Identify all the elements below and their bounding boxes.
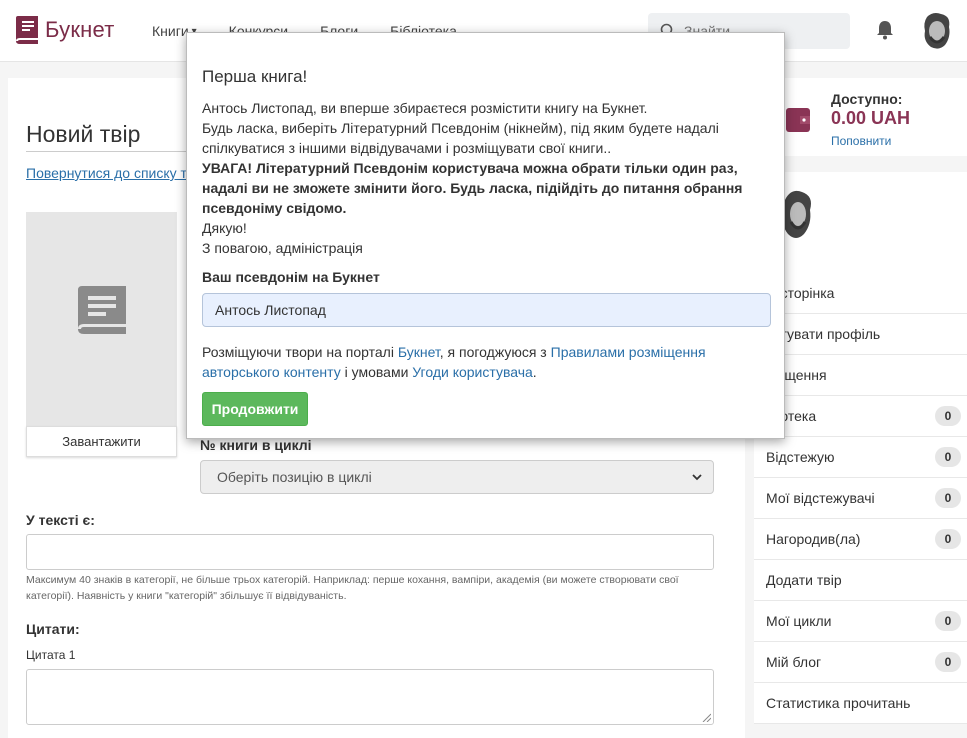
tags-input[interactable] (26, 534, 714, 570)
menu-reading-stats-label: Статистика прочитань (766, 695, 911, 711)
agree-mid: , я погоджуюся з (439, 344, 551, 360)
first-book-modal: Перша книга! Антось Листопад, ви вперше … (186, 32, 785, 439)
menu-add-work[interactable]: Додати твір (754, 560, 967, 601)
modal-line-instructions: Будь ласка, виберіть Літературний Псевдо… (202, 120, 719, 156)
balance-amount: 0.00 UAH (831, 108, 911, 128)
menu-awarded-label: Нагородив(ла) (766, 531, 861, 547)
balance-card: Доступно: 0.00 UAH Поповнити (754, 78, 967, 156)
topup-link[interactable]: Поповнити (831, 134, 891, 148)
cycle-select-value: Оберіть позицію в циклі (217, 469, 372, 485)
cycle-number-label: № книги в циклі (200, 437, 312, 453)
modal-thanks: Дякую! (202, 220, 247, 236)
agree-and: і умовами (340, 364, 413, 380)
alias-label: Ваш псевдонім на Букнет (202, 269, 380, 285)
upload-cover-button[interactable]: Завантажити (26, 426, 177, 457)
tags-label: У тексті є: (26, 512, 95, 528)
bell-icon[interactable] (876, 20, 894, 40)
count-badge: 0 (935, 652, 961, 672)
count-badge: 0 (935, 447, 961, 467)
menu-my-cycles-label: Мої цикли (766, 613, 832, 629)
modal-body: Антось Листопад, ви вперше збираєтеся ро… (202, 98, 772, 258)
terms-link[interactable]: Угоди користувача (412, 364, 533, 380)
menu-followers[interactable]: Мої відстежувачі 0 (754, 478, 967, 519)
profile-avatar[interactable] (780, 188, 816, 242)
modal-line-intro: Антось Листопад, ви вперше збираєтеся ро… (202, 100, 648, 116)
count-badge: 0 (935, 611, 961, 631)
menu-reading-stats[interactable]: Статистика прочитань (754, 683, 967, 724)
menu-my-cycles[interactable]: Мої цикли 0 (754, 601, 967, 642)
menu-following-label: Відстежую (766, 449, 835, 465)
count-badge: 0 (935, 529, 961, 549)
chevron-down-icon (692, 474, 702, 481)
logo-text: Букнет (45, 17, 115, 42)
menu-followers-label: Мої відстежувачі (766, 490, 875, 506)
modal-title: Перша книга! (202, 67, 308, 86)
book-logo-icon (16, 16, 38, 44)
balance-label: Доступно: (831, 91, 903, 107)
cycle-position-select[interactable]: Оберіть позицію в циклі (200, 460, 714, 494)
avatar[interactable] (919, 11, 955, 51)
back-to-list-link[interactable]: Повернутися до списку т (26, 165, 187, 181)
agreement-text: Розміщуючи твори на порталі Букнет, я по… (202, 342, 762, 382)
menu-edit-profile[interactable]: дагувати профіль (754, 314, 967, 355)
menu-add-work-label: Додати твір (766, 572, 842, 588)
wallet-icon (786, 108, 810, 132)
modal-regards: З повагою, адміністрація (202, 240, 363, 256)
menu-my-blog[interactable]: Мій блог 0 (754, 642, 967, 683)
count-badge: 0 (935, 488, 961, 508)
book-cover-icon (78, 286, 126, 334)
menu-library[interactable]: іліотека 0 (754, 396, 967, 437)
menu-following[interactable]: Відстежую 0 (754, 437, 967, 478)
profile-menu: ія сторінка дагувати профіль овіщення іл… (754, 273, 967, 724)
site-logo[interactable]: Букнет (14, 15, 115, 45)
nav-books-label: Книги (152, 23, 189, 39)
menu-awarded[interactable]: Нагородив(ла) 0 (754, 519, 967, 560)
alias-input[interactable] (202, 293, 771, 327)
quote1-textarea[interactable] (26, 669, 714, 725)
tags-hint: Максимум 40 знаків в категорії, не більш… (26, 574, 679, 602)
quote1-label: Цитата 1 (26, 648, 76, 662)
menu-notifications[interactable]: овіщення (754, 355, 967, 396)
count-badge: 0 (935, 406, 961, 426)
modal-warning: УВАГА! Літературний Псевдонім користувач… (202, 160, 743, 216)
agree-end: . (532, 364, 537, 380)
menu-my-blog-label: Мій блог (766, 654, 822, 670)
cover-placeholder[interactable] (26, 212, 177, 426)
profile-sidebar: ія сторінка дагувати профіль овіщення іл… (754, 172, 967, 724)
continue-button[interactable]: Продовжити (202, 392, 308, 426)
site-link[interactable]: Букнет (398, 344, 440, 360)
agree-prefix: Розміщуючи твори на порталі (202, 344, 398, 360)
resize-grip-icon[interactable] (701, 712, 711, 722)
quotes-label: Цитати: (26, 621, 80, 637)
page-title: Новий твір (26, 121, 141, 147)
menu-my-page[interactable]: ія сторінка (754, 273, 967, 314)
